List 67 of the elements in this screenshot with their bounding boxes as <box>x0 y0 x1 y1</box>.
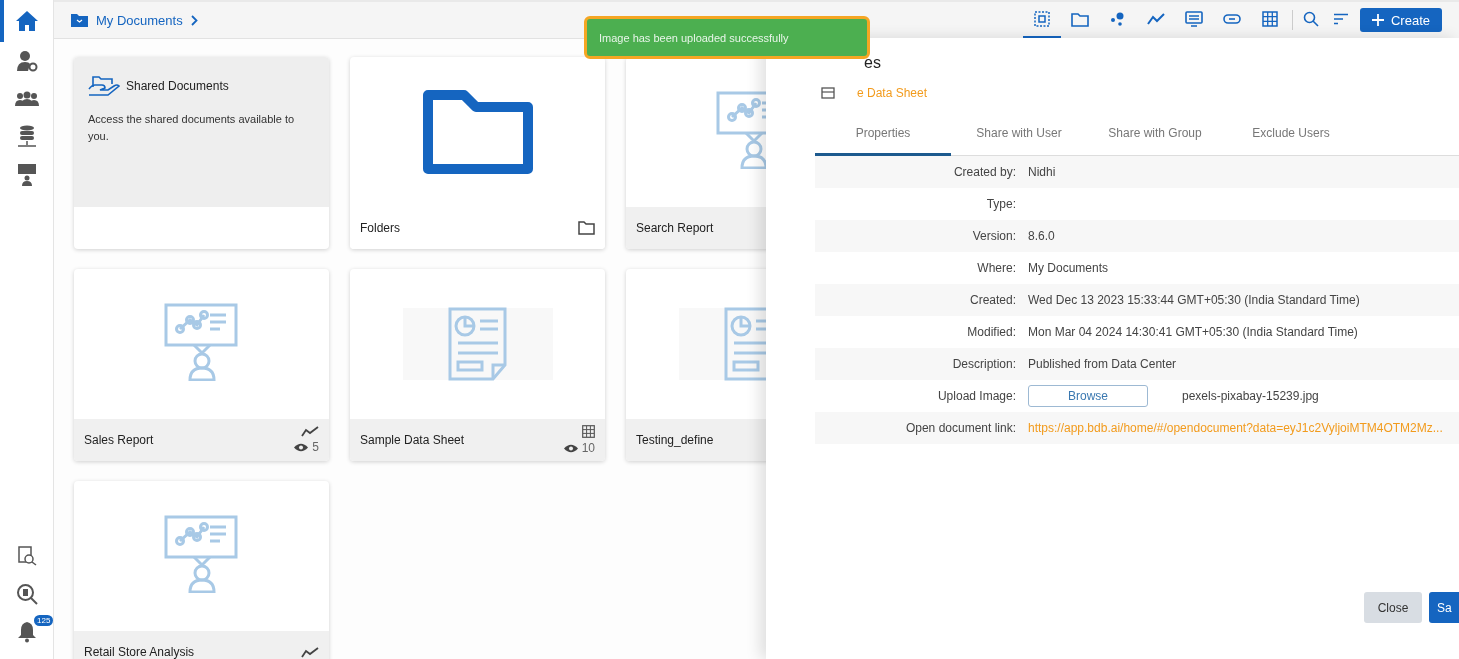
report-search-icon <box>16 546 37 566</box>
card-title: Retail Store Analysis <box>84 645 195 659</box>
folder-icon <box>71 13 88 27</box>
property-label: Version: <box>971 229 1016 243</box>
user-gear-icon <box>15 50 38 72</box>
card-title: Sales Report <box>84 433 154 447</box>
folder-icon <box>578 221 595 235</box>
create-button[interactable]: Create <box>1359 8 1442 32</box>
property-label: Created: <box>968 293 1016 307</box>
notification-badge: 125 <box>34 615 54 626</box>
scatter-icon <box>1109 12 1126 26</box>
card-description: Access the shared documents available to you. <box>88 112 296 144</box>
close-button[interactable]: Close <box>1364 592 1422 623</box>
home-icon <box>14 10 39 32</box>
chevron-icon <box>190 14 198 26</box>
card-title: Sample Data Sheet <box>360 433 465 447</box>
card-title: Folders <box>360 221 400 235</box>
property-value: Published from Data Center <box>1028 357 1177 371</box>
card-title: Shared Documents <box>126 79 229 93</box>
view-count: 10 <box>581 441 595 455</box>
property-value: My Documents <box>1028 261 1109 275</box>
eye-icon <box>563 443 578 453</box>
breadcrumb-link[interactable]: My Documents <box>71 12 198 28</box>
document-card[interactable]: Sample Data Sheet 10 <box>350 269 605 461</box>
link-icon <box>1222 14 1241 24</box>
tab[interactable]: Exclude Users <box>1223 114 1359 156</box>
sidebar-item[interactable]: 125 <box>0 613 53 651</box>
eye-icon <box>294 442 309 452</box>
search-icon <box>1302 11 1319 27</box>
view-count: 5 <box>312 440 319 454</box>
folder-icon <box>1070 11 1089 27</box>
property-label: Upload Image: <box>936 389 1016 403</box>
tab[interactable]: Share with Group <box>1087 114 1223 156</box>
property-value: Mon Mar 04 2024 14:30:41 GMT+05:30 (India Standard Time) <box>1028 325 1358 339</box>
save-button[interactable]: Sa <box>1429 592 1459 623</box>
browse-button[interactable]: Browse <box>1028 385 1148 407</box>
file-name: pexels-pixabay-15239.jpg <box>1182 389 1319 403</box>
line-chart-icon <box>301 426 319 437</box>
search-icon <box>15 583 38 605</box>
success-toast: Image has been uploaded successfully <box>584 16 870 59</box>
hand-folder-icon <box>88 75 120 97</box>
document-card[interactable]: Shared Documents Access the shared documents available to you. <box>74 57 329 249</box>
property-label: Where: <box>976 261 1016 275</box>
property-label: Type: <box>985 197 1016 211</box>
property-label: Created by: <box>952 165 1016 179</box>
line-chart-icon <box>1146 13 1165 25</box>
property-label: Description: <box>951 357 1016 371</box>
bell-icon <box>16 621 37 643</box>
property-value: 8.6.0 <box>1028 229 1055 243</box>
sort-icon <box>1332 13 1349 25</box>
group-icon <box>14 91 39 107</box>
document-card[interactable]: Retail Store Analysis <box>74 481 329 659</box>
document-card[interactable]: Sales Report 5 <box>74 269 329 461</box>
property-value: Nidhi <box>1028 165 1056 179</box>
property-label: Open document link: <box>904 421 1016 435</box>
property-value: Wed Dec 13 2023 15:33:44 GMT+05:30 (India Standard Time) <box>1028 293 1360 307</box>
monitor-icon <box>1184 11 1203 27</box>
plus-icon <box>1371 14 1384 26</box>
database-icon <box>15 125 38 149</box>
folder-card[interactable]: Folders <box>350 57 605 249</box>
tab[interactable]: Share with User <box>951 114 1087 156</box>
select-all-icon <box>1033 11 1050 27</box>
line-chart-icon <box>301 646 319 658</box>
card-title: Testing_define <box>636 433 714 447</box>
property-label: Modified: <box>966 325 1016 339</box>
presenter-icon <box>16 163 37 187</box>
card-title: Search Report <box>636 221 714 235</box>
